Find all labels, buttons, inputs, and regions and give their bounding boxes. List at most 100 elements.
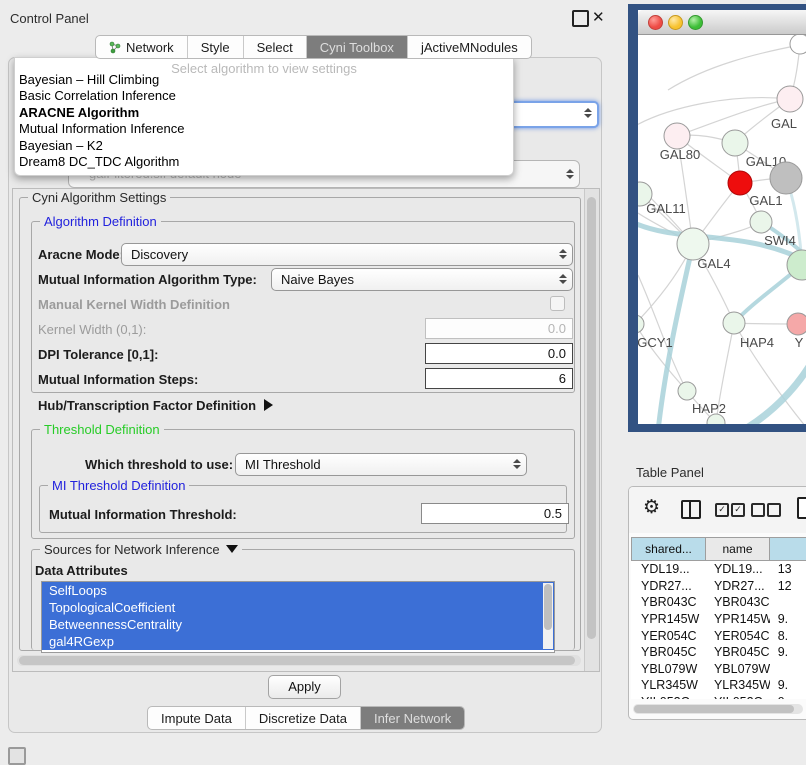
table-row[interactable]: YBR045CYBR045C9.: [631, 644, 806, 661]
scrollbar-thumb[interactable]: [587, 197, 596, 639]
table-row[interactable]: YPR145WYPR145W9.: [631, 611, 806, 628]
table-row[interactable]: YIL052CYIL052C9.: [631, 694, 806, 699]
checked-checkbox-icon[interactable]: ✓: [715, 503, 729, 517]
network-node-gal[interactable]: [777, 86, 803, 112]
tab-label: Discretize Data: [259, 711, 347, 726]
network-node[interactable]: [790, 35, 806, 54]
table-toolbar: ⚙ ✓ ✓: [629, 487, 806, 533]
dpi-tolerance-field[interactable]: 0.0: [425, 343, 573, 364]
network-node-hap2[interactable]: [678, 382, 696, 400]
minimized-panel-icon[interactable]: [8, 747, 26, 765]
dropdown-item[interactable]: Basic Correlation Inference: [19, 88, 176, 104]
column-header[interactable]: name: [706, 537, 770, 561]
combo-stepper-icon: [582, 105, 593, 121]
table-cell: YDR27...: [631, 579, 706, 593]
settings-vertical-scrollbar[interactable]: [584, 189, 599, 671]
table-row[interactable]: YBL079WYBL079W: [631, 661, 806, 678]
minimize-window-button[interactable]: [668, 15, 683, 30]
network-node-gal80[interactable]: [664, 123, 690, 149]
attribute-list-item[interactable]: TopologicalCoefficient: [42, 599, 554, 616]
manual-kernel-checkbox[interactable]: [550, 296, 565, 311]
scrollbar-thumb[interactable]: [634, 705, 794, 713]
network-node-gcy1[interactable]: [638, 315, 644, 333]
tab-cyni-toolbox[interactable]: Cyni Toolbox: [307, 36, 408, 58]
scrollbar-thumb[interactable]: [19, 656, 575, 665]
cyni-settings-group-title: Cyni Algorithm Settings: [28, 190, 170, 205]
table-cell: YIL052C: [706, 695, 770, 699]
node-label: GAL: [771, 116, 797, 131]
node-label: Y: [795, 335, 804, 350]
network-node-gal1[interactable]: [728, 171, 752, 195]
table-cell: YIL052C: [631, 695, 706, 699]
table-row[interactable]: YDL19...YDL19...13: [631, 561, 806, 578]
attribute-list-item[interactable]: SelfLoops: [42, 582, 554, 599]
network-node[interactable]: [750, 211, 772, 233]
dropdown-item[interactable]: Mutual Information Inference: [19, 121, 184, 137]
tab-style[interactable]: Style: [188, 36, 244, 58]
tab-jactivemnodules[interactable]: jActiveMNodules: [408, 36, 531, 58]
tab-discretize-data[interactable]: Discretize Data: [246, 707, 361, 729]
aracne-mode-combo[interactable]: Discovery: [121, 243, 573, 266]
apply-button[interactable]: Apply: [268, 675, 341, 699]
column-header[interactable]: shared...: [631, 537, 706, 561]
table-cell: 13: [770, 562, 806, 576]
dropdown-item[interactable]: Bayesian – Hill Climbing: [19, 72, 159, 88]
network-node-y[interactable]: [787, 313, 806, 335]
hub-definition-toggle[interactable]: Hub/Transcription Factor Definition: [38, 398, 273, 413]
network-canvas[interactable]: GALGAL80GAL10GAL1GAL11SWI4GAL4GCY1HAP4YH…: [638, 35, 806, 424]
float-panel-button[interactable]: [572, 10, 589, 27]
tab-network[interactable]: Network: [96, 36, 188, 58]
table-row[interactable]: YLR345WYLR345W9.: [631, 677, 806, 694]
dropdown-item[interactable]: Dream8 DC_TDC Algorithm: [19, 154, 179, 170]
zoom-window-button[interactable]: [688, 15, 703, 30]
dropdown-item[interactable]: ARACNE Algorithm: [19, 105, 139, 121]
node-label: GAL80: [660, 147, 700, 162]
column-header[interactable]: [770, 537, 806, 561]
combo-stepper-icon: [564, 166, 575, 182]
scrollbar-thumb[interactable]: [544, 584, 552, 630]
table-cell: YBR043C: [706, 595, 770, 609]
sources-group-toggle[interactable]: Sources for Network Inference: [40, 542, 242, 557]
which-threshold-combo[interactable]: MI Threshold: [235, 453, 527, 476]
mi-type-combo[interactable]: Naive Bayes: [271, 268, 573, 291]
attributes-list-scrollbar[interactable]: [543, 583, 553, 649]
table-cell: YBL079W: [706, 662, 770, 676]
tab-select[interactable]: Select: [244, 36, 307, 58]
mi-threshold-field[interactable]: 0.5: [421, 503, 569, 524]
control-panel-tab-bar: Network Style SelectCyni Toolbox jActiveMNo…: [95, 35, 532, 59]
attribute-list-item[interactable]: BetweennessCentrality: [42, 616, 554, 633]
unchecked-checkbox-icon[interactable]: [751, 503, 765, 517]
attribute-list-item[interactable]: gal4RGexp: [42, 633, 554, 650]
close-window-button[interactable]: [648, 15, 663, 30]
table-cell: YLR345W: [706, 678, 770, 692]
gear-icon[interactable]: ⚙: [643, 498, 660, 518]
unchecked-checkbox-icon[interactable]: [767, 503, 781, 517]
network-node-hap4[interactable]: [723, 312, 745, 334]
table-row[interactable]: YBR043CYBR043C: [631, 594, 806, 611]
network-node-gal10[interactable]: [722, 130, 748, 156]
close-panel-icon[interactable]: ✕: [592, 8, 605, 26]
node-label: GAL4: [697, 256, 730, 271]
table-panel-title: Table Panel: [636, 465, 704, 480]
tab-label: Style: [201, 40, 230, 55]
dropdown-item[interactable]: Bayesian – K2: [19, 138, 103, 154]
network-node[interactable]: [770, 162, 802, 194]
mi-threshold-label: Mutual Information Threshold:: [49, 507, 237, 522]
cyni-mode-tab-bar: Impute Data Discretize Data Infer Network: [147, 706, 465, 730]
table-horizontal-scrollbar[interactable]: [633, 704, 803, 714]
column-layout-icon[interactable]: [681, 500, 701, 519]
tab-impute-data[interactable]: Impute Data: [148, 707, 246, 729]
document-icon[interactable]: [797, 497, 806, 519]
table-row[interactable]: YER054CYER054C8.: [631, 627, 806, 644]
kernel-width-field[interactable]: 0.0: [425, 318, 573, 339]
tab-label: jActiveMNodules: [421, 40, 518, 55]
node-label: GAL11: [646, 201, 686, 216]
table-row[interactable]: YDR27...YDR27...12: [631, 578, 806, 595]
mi-steps-field[interactable]: 6: [425, 368, 573, 389]
network-window-titlebar[interactable]: [638, 10, 806, 35]
checked-checkbox-icon[interactable]: ✓: [731, 503, 745, 517]
tab-infer-network[interactable]: Infer Network: [361, 707, 464, 729]
settings-horizontal-scrollbar[interactable]: [17, 655, 581, 666]
combo-stepper-icon: [557, 271, 568, 287]
tab-label: Impute Data: [161, 711, 232, 726]
